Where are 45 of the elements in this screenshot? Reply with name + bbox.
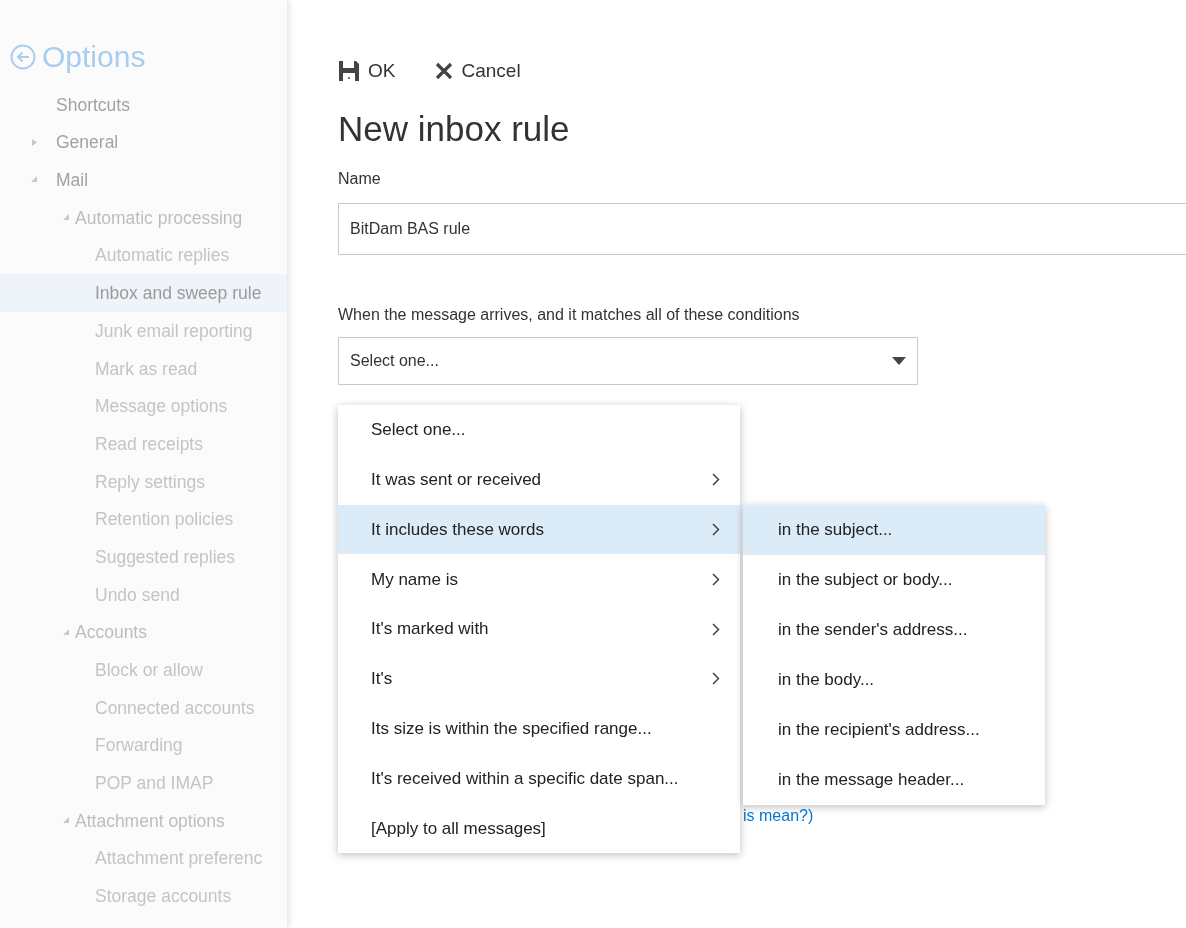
expanded-arrow-icon[interactable] — [62, 213, 70, 222]
sidebar-item[interactable]: Automatic processing — [0, 199, 287, 237]
chevron-right-icon — [712, 572, 720, 586]
menu-item[interactable]: in the subject or body... — [743, 555, 1045, 605]
menu-item[interactable]: It's marked with — [338, 604, 740, 654]
menu-item[interactable]: Select one... — [338, 405, 740, 455]
menu-item[interactable]: My name is — [338, 554, 740, 605]
menu-item[interactable]: in the recipient's address... — [743, 705, 1045, 755]
menu-item[interactable]: in the subject... — [743, 505, 1045, 555]
sidebar-item[interactable]: Mail — [0, 161, 287, 200]
menu-item[interactable]: [Apply to all messages] — [338, 803, 740, 854]
expanded-arrow-icon[interactable] — [62, 627, 70, 636]
menu-item[interactable]: Its size is within the specified range... — [338, 703, 740, 754]
menu-item[interactable]: It's received within a specific date span... — [338, 753, 740, 804]
menu-item[interactable]: It's — [338, 654, 740, 704]
page-title: New inbox rule — [338, 108, 570, 150]
back-icon[interactable] — [10, 44, 36, 70]
close-icon — [435, 62, 454, 80]
menu-item[interactable]: in the body... — [743, 655, 1045, 705]
menu-item[interactable]: It was sent or received — [338, 454, 740, 505]
expanded-arrow-icon[interactable] — [62, 816, 70, 825]
chevron-right-icon — [712, 622, 720, 636]
chevron-right-icon — [712, 523, 720, 536]
sidebar-item[interactable]: General — [0, 123, 287, 162]
field-label: When the message arrives, and it matches all of these conditions — [338, 305, 800, 325]
menu-item[interactable]: It includes these words — [338, 504, 740, 555]
collapsed-arrow-icon[interactable] — [30, 137, 38, 147]
chevron-right-icon — [712, 672, 720, 686]
save-icon — [338, 60, 360, 82]
name-field[interactable]: BitDam BAS rule — [338, 203, 1186, 255]
ok-button[interactable]: OK — [338, 56, 396, 86]
caret-icon — [892, 357, 906, 365]
expanded-arrow-icon[interactable] — [30, 175, 38, 184]
condition-dropdown[interactable]: Select one... — [338, 337, 918, 385]
cancel-button[interactable]: Cancel — [435, 56, 521, 86]
field-label: Name — [338, 169, 381, 189]
sidebar-item[interactable]: Inbox and sweep rule — [0, 274, 287, 313]
sidebar-item[interactable]: Shortcuts — [0, 86, 287, 124]
sidebar-item[interactable]: Accounts — [0, 613, 287, 652]
menu-item[interactable]: in the message header... — [743, 755, 1045, 805]
chevron-right-icon — [712, 473, 720, 487]
sidebar-item[interactable]: Attachment options — [0, 802, 287, 840]
sidebar-title: Options — [42, 39, 146, 75]
help-link[interactable]: is mean?) — [743, 807, 814, 825]
menu-item[interactable]: in the sender's address... — [743, 605, 1045, 655]
